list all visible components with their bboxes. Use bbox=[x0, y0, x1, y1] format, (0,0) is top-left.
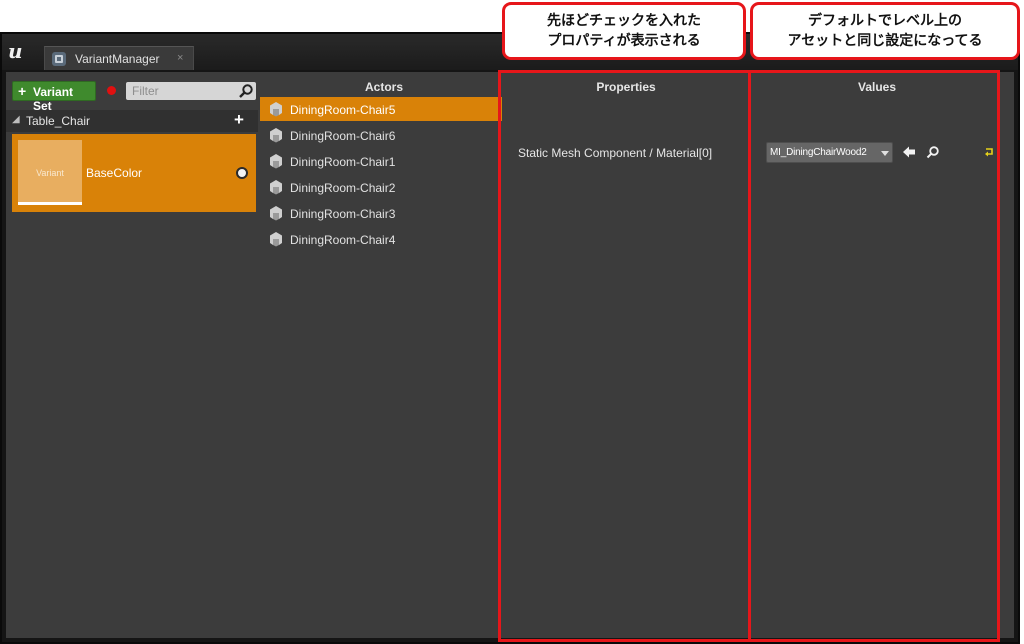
add-variant-set-button[interactable]: + Variant Set bbox=[12, 81, 96, 113]
actor-name: DiningRoom-Chair1 bbox=[290, 155, 396, 169]
variant-manager-icon bbox=[52, 52, 66, 66]
static-mesh-actor-icon bbox=[270, 206, 282, 221]
record-icon[interactable] bbox=[107, 86, 116, 95]
variant-thumbnail-text: Variant bbox=[36, 168, 64, 178]
properties-callout-line2: プロパティが表示される bbox=[547, 33, 701, 49]
filter-input[interactable] bbox=[126, 82, 236, 100]
static-mesh-actor-icon bbox=[270, 154, 282, 169]
actor-row[interactable]: DiningRoom-Chair5 bbox=[260, 97, 508, 121]
actor-row[interactable]: DiningRoom-Chair6 bbox=[260, 123, 508, 147]
filter-box[interactable] bbox=[126, 82, 256, 100]
values-highlight-box bbox=[748, 70, 1000, 642]
tab-variant-manager[interactable]: VariantManager × bbox=[44, 46, 194, 70]
static-mesh-actor-icon bbox=[270, 102, 282, 117]
actor-name: DiningRoom-Chair6 bbox=[290, 129, 396, 143]
actors-column: Actors DiningRoom-Chair5 DiningRoom-Chair… bbox=[260, 72, 508, 638]
variant-item[interactable]: Variant BaseColor bbox=[12, 134, 256, 212]
actor-row[interactable]: DiningRoom-Chair2 bbox=[260, 175, 508, 199]
thumbnail-underline bbox=[18, 202, 82, 205]
close-tab-icon[interactable]: × bbox=[177, 52, 183, 64]
add-variant-set-label: Variant Set bbox=[33, 85, 74, 113]
actor-name: DiningRoom-Chair3 bbox=[290, 207, 396, 221]
static-mesh-actor-icon bbox=[270, 180, 282, 195]
values-callout: デフォルトでレベル上の アセットと同じ設定になってる bbox=[750, 2, 1020, 60]
properties-callout-line1: 先ほどチェックを入れた bbox=[547, 13, 701, 29]
actor-name: DiningRoom-Chair2 bbox=[290, 181, 396, 195]
static-mesh-actor-icon bbox=[270, 232, 282, 247]
static-mesh-actor-icon bbox=[270, 128, 282, 143]
activate-variant-radio[interactable] bbox=[236, 167, 248, 179]
add-variant-button[interactable]: + bbox=[234, 110, 244, 130]
plus-icon: + bbox=[18, 83, 27, 99]
actor-name: DiningRoom-Chair4 bbox=[290, 233, 396, 247]
variant-thumbnail[interactable]: Variant bbox=[18, 140, 82, 205]
tab-label: VariantManager bbox=[75, 52, 160, 66]
actor-name: DiningRoom-Chair5 bbox=[290, 103, 396, 117]
variant-name: BaseColor bbox=[86, 166, 143, 180]
variant-sets-panel: + Variant Set ◢ Table_Chair + Variant bbox=[6, 72, 258, 638]
search-icon[interactable] bbox=[238, 83, 254, 99]
actor-row[interactable]: DiningRoom-Chair3 bbox=[260, 201, 508, 225]
collapse-arrow-icon[interactable]: ◢ bbox=[12, 114, 20, 125]
properties-highlight-box bbox=[498, 70, 751, 642]
variant-set-row[interactable]: ◢ Table_Chair + bbox=[6, 110, 258, 132]
actors-header: Actors bbox=[364, 80, 403, 94]
actor-row[interactable]: DiningRoom-Chair1 bbox=[260, 149, 508, 173]
properties-callout: 先ほどチェックを入れた プロパティが表示される bbox=[502, 2, 746, 60]
actor-row[interactable]: DiningRoom-Chair4 bbox=[260, 227, 508, 251]
unreal-logo-icon: u bbox=[8, 39, 23, 63]
values-callout-line1: デフォルトでレベル上の bbox=[808, 13, 962, 29]
variant-set-name: Table_Chair bbox=[26, 114, 91, 128]
values-callout-line2: アセットと同じ設定になってる bbox=[787, 33, 983, 49]
